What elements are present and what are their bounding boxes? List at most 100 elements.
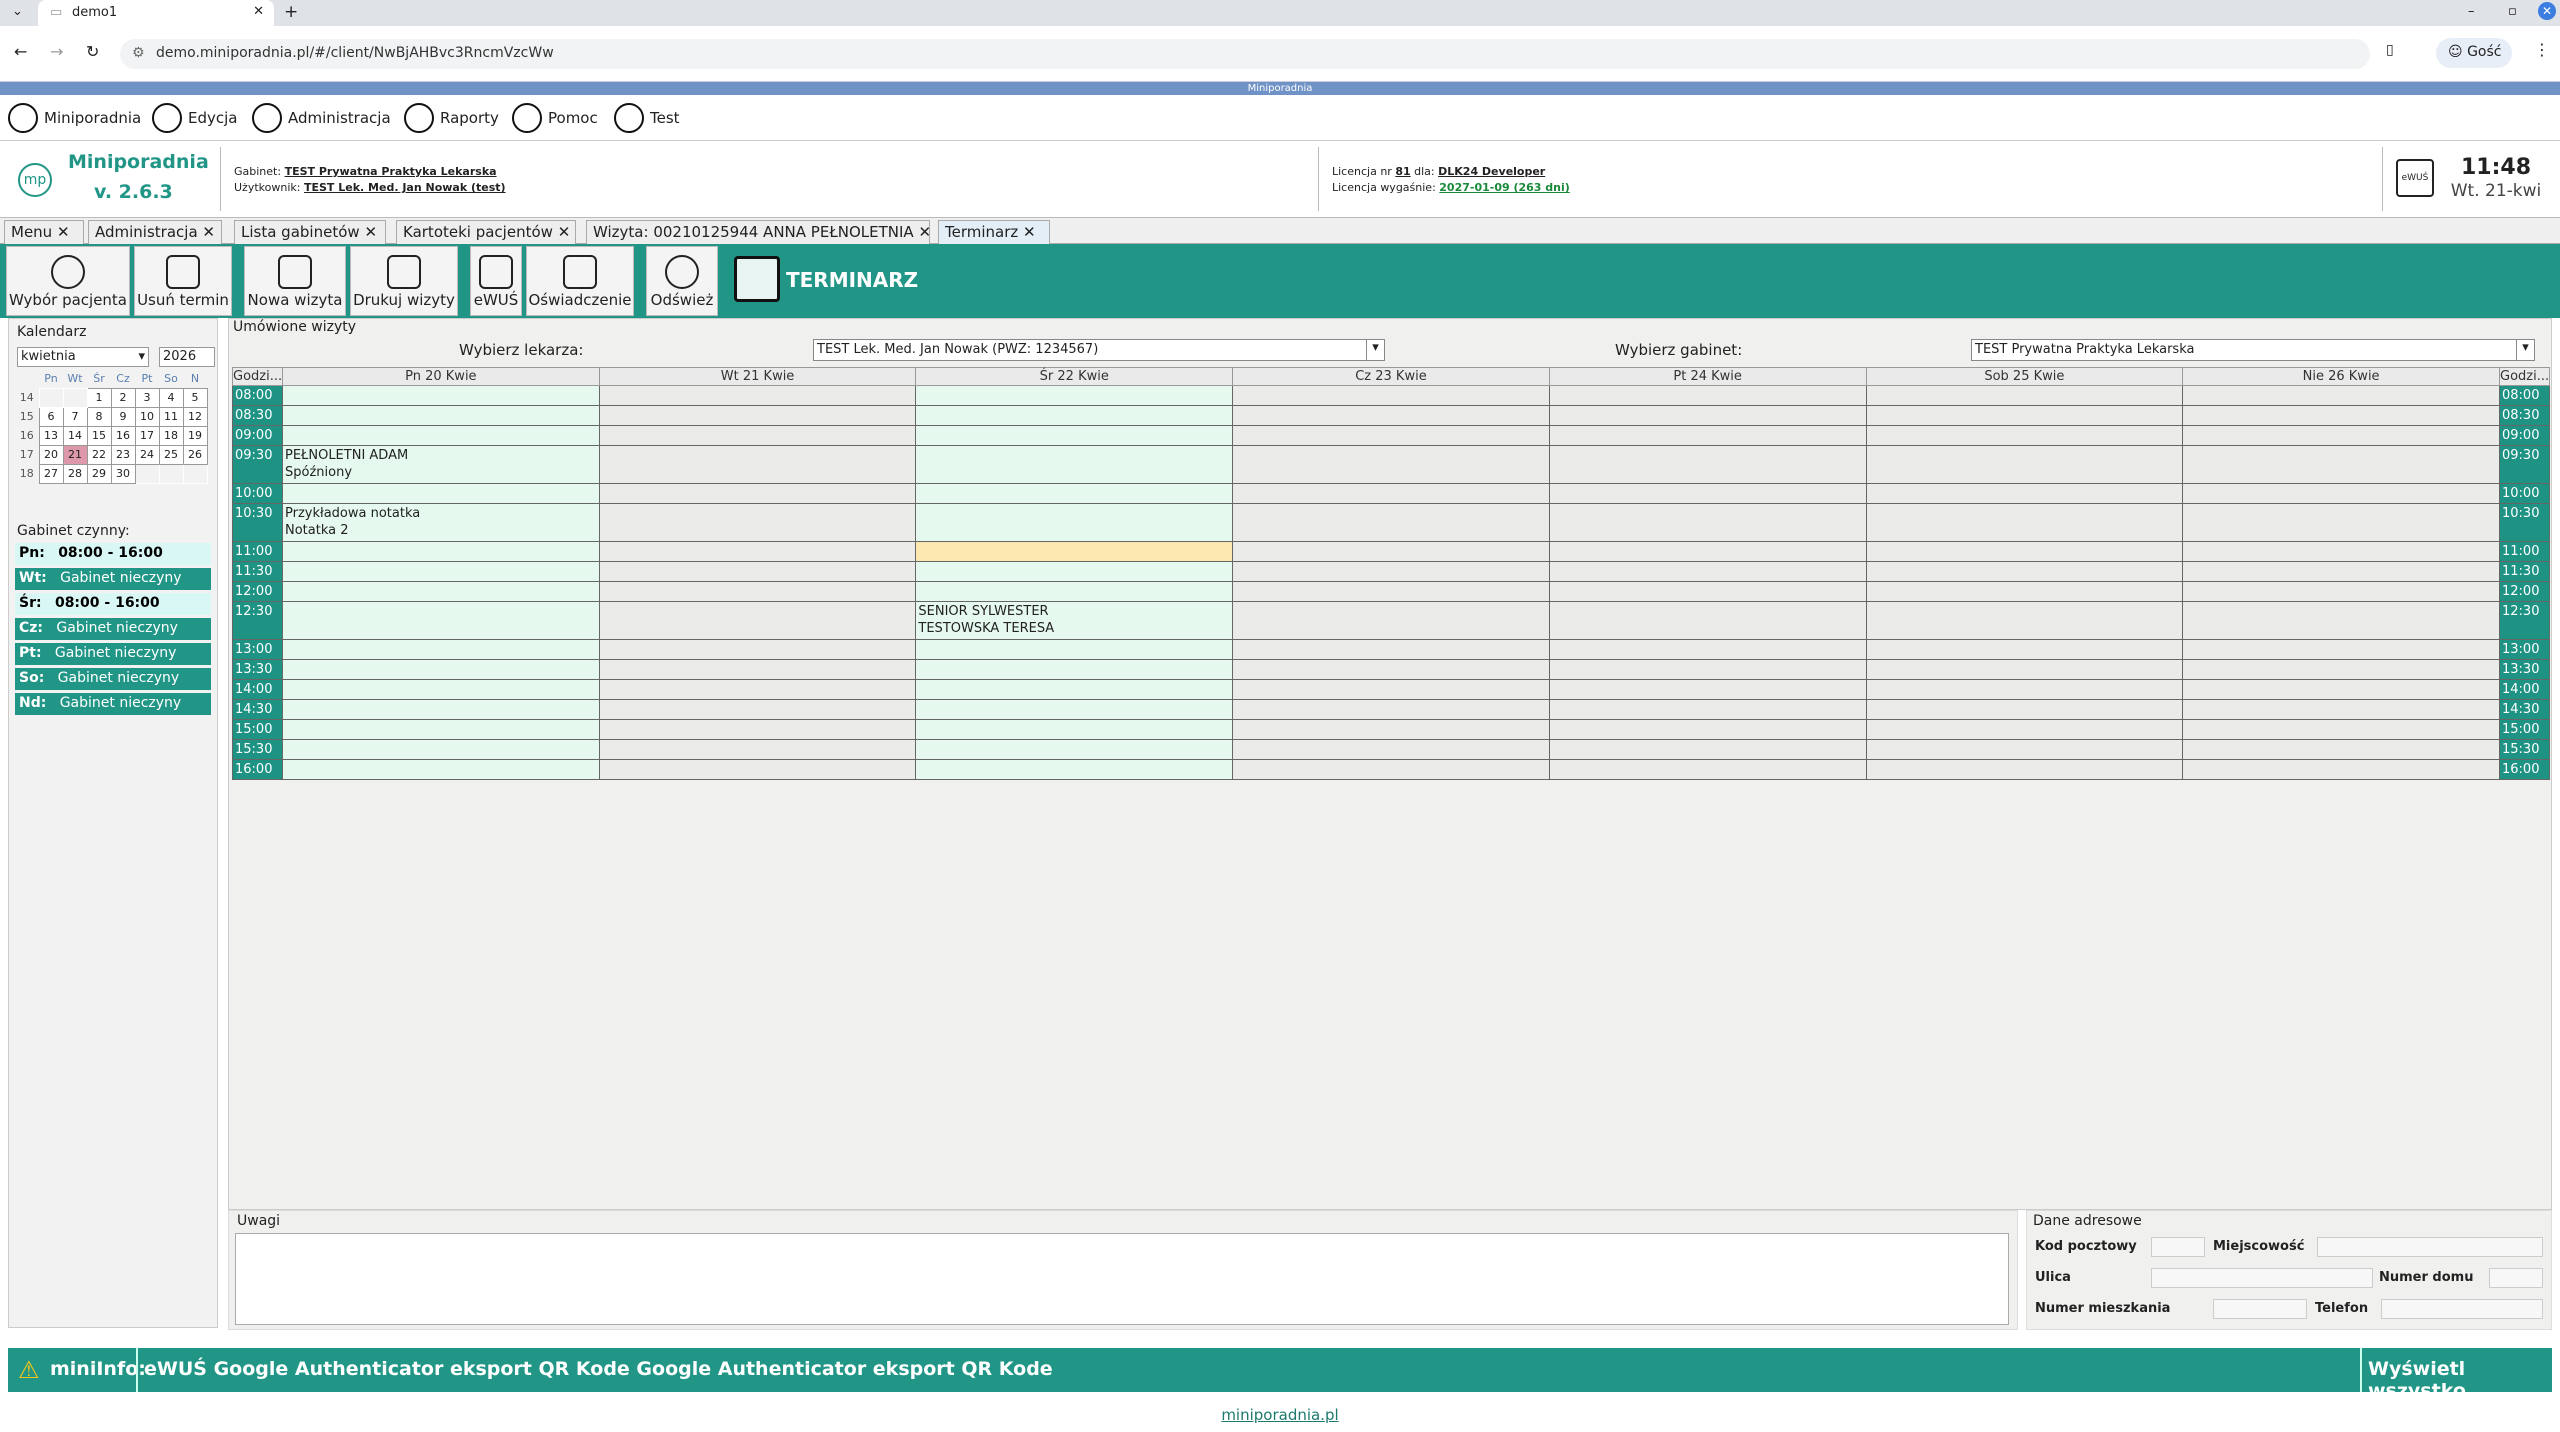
appointment-slot[interactable] <box>1232 699 1550 720</box>
calendar-day[interactable]: 19 <box>182 425 208 446</box>
postal-code-field[interactable] <box>2151 1237 2205 1257</box>
appointment-slot[interactable] <box>1232 541 1550 562</box>
appointment-slot[interactable] <box>1232 503 1550 542</box>
appointment-slot[interactable] <box>1865 561 2184 582</box>
appointment-slot[interactable]: SENIOR SYLWESTER TESTOWSKA TERESA <box>915 601 1234 640</box>
calendar-day[interactable]: 8 <box>86 406 112 427</box>
appointment-slot[interactable] <box>915 679 1234 700</box>
menu-miniporadnia[interactable]: Miniporadnia <box>8 101 141 135</box>
url-field[interactable]: ⚙ demo.miniporadnia.pl/#/client/NwBjAHBv… <box>120 39 2370 69</box>
appointment-slot[interactable] <box>282 385 600 406</box>
appointment-slot[interactable] <box>1865 385 2184 406</box>
appointment-slot[interactable] <box>282 561 600 582</box>
appointment-slot[interactable] <box>1865 699 2184 720</box>
close-icon[interactable]: ✕ <box>558 223 571 241</box>
appointment-slot[interactable] <box>2182 719 2500 740</box>
appointment-slot[interactable] <box>915 581 1234 602</box>
calendar-day[interactable]: 17 <box>134 425 160 446</box>
appointment-slot[interactable] <box>1232 739 1550 760</box>
site-info-icon[interactable]: ⚙ <box>132 45 145 61</box>
calendar-day[interactable]: 2 <box>110 387 136 408</box>
appointment-slot[interactable] <box>598 445 917 484</box>
appointment-slot[interactable] <box>2182 445 2500 484</box>
calendar-day[interactable]: 11 <box>158 406 184 427</box>
appointment-slot[interactable] <box>915 659 1234 680</box>
appointment-slot[interactable] <box>2182 581 2500 602</box>
calendar-day[interactable]: 30 <box>110 463 136 484</box>
appointment-slot[interactable] <box>282 719 600 740</box>
appointment-slot[interactable] <box>598 639 917 660</box>
appointment-slot[interactable] <box>1865 601 2184 640</box>
appointment-slot[interactable] <box>1865 739 2184 760</box>
print-visits-button[interactable]: Drukuj wizyty <box>350 246 458 316</box>
appointment-slot[interactable] <box>2182 739 2500 760</box>
appointment-slot[interactable] <box>1548 405 1867 426</box>
appointment-slot[interactable] <box>1232 581 1550 602</box>
appointment-slot[interactable] <box>915 719 1234 740</box>
appointment-slot[interactable] <box>1548 699 1867 720</box>
appointment-slot[interactable] <box>1548 561 1867 582</box>
ewus-card-icon[interactable]: eWUŚ <box>2396 159 2434 197</box>
appointment-slot[interactable] <box>1548 601 1867 640</box>
appointment-slot[interactable] <box>1865 679 2184 700</box>
appointment-slot[interactable] <box>598 699 917 720</box>
phone-field[interactable] <box>2381 1299 2543 1319</box>
appointment-slot[interactable] <box>1548 581 1867 602</box>
close-icon[interactable]: ✕ <box>364 223 377 241</box>
appointment-slot[interactable] <box>282 601 600 640</box>
appointment-slot[interactable] <box>1548 445 1867 484</box>
appointment-slot[interactable] <box>1548 739 1867 760</box>
appointment-slot[interactable] <box>598 425 917 446</box>
menu-administracja[interactable]: Administracja <box>252 101 391 135</box>
appointment-slot[interactable] <box>598 759 917 780</box>
declaration-button[interactable]: Oświadczenie <box>526 246 634 316</box>
appointment-slot[interactable] <box>2182 385 2500 406</box>
tab-administracja[interactable]: Administracja ✕ <box>88 220 222 244</box>
appointment-slot[interactable] <box>915 759 1234 780</box>
appointment-slot[interactable] <box>2182 759 2500 780</box>
close-icon[interactable]: ✕ <box>57 223 70 241</box>
calendar-day[interactable]: 29 <box>86 463 112 484</box>
menu-raporty[interactable]: Raporty <box>404 101 499 135</box>
appointment-slot[interactable] <box>2182 659 2500 680</box>
month-select[interactable]: kwietnia ▾ <box>17 347 149 367</box>
appointment-slot[interactable] <box>2182 425 2500 446</box>
appointment-slot[interactable] <box>1232 639 1550 660</box>
appointment-slot[interactable] <box>282 659 600 680</box>
calendar-day[interactable]: 24 <box>134 444 160 465</box>
calendar-day[interactable]: 27 <box>38 463 64 484</box>
appointment-slot[interactable] <box>598 405 917 426</box>
appointment-slot[interactable] <box>1232 679 1550 700</box>
appointment-slot[interactable] <box>2182 561 2500 582</box>
appointment-slot[interactable] <box>1548 425 1867 446</box>
maximize-window-icon[interactable]: ▫ <box>2508 4 2517 19</box>
appointment-slot[interactable] <box>1232 445 1550 484</box>
calendar-day[interactable]: 10 <box>134 406 160 427</box>
close-tab-icon[interactable]: ✕ <box>253 4 264 19</box>
appointment-slot[interactable] <box>1232 425 1550 446</box>
appointment-slot[interactable] <box>1865 503 2184 542</box>
calendar-day[interactable]: 21 <box>62 444 88 465</box>
appointment-slot[interactable] <box>282 699 600 720</box>
appointment-slot[interactable] <box>1232 719 1550 740</box>
appointment-slot[interactable] <box>282 405 600 426</box>
ewus-button[interactable]: eWUŚ <box>470 246 522 316</box>
calendar-day[interactable]: 1 <box>86 387 112 408</box>
appointment-slot[interactable] <box>1865 405 2184 426</box>
appointment-slot[interactable] <box>915 699 1234 720</box>
menu-pomoc[interactable]: Pomoc <box>512 101 598 135</box>
tab-menu[interactable]: Menu ✕ <box>4 220 84 244</box>
bookmark-icon[interactable]: ▯ <box>2386 42 2394 58</box>
appointment-slot[interactable] <box>915 561 1234 582</box>
appointment-slot[interactable] <box>598 483 917 504</box>
appointment-slot[interactable] <box>2182 699 2500 720</box>
forward-icon[interactable]: → <box>50 42 63 61</box>
calendar-day[interactable]: 15 <box>86 425 112 446</box>
appointment-slot[interactable] <box>915 445 1234 484</box>
street-field[interactable] <box>2151 1268 2373 1288</box>
appointment-slot[interactable] <box>1548 503 1867 542</box>
appointment-slot[interactable] <box>1232 601 1550 640</box>
tab-list-icon[interactable]: ⌄ <box>12 4 23 19</box>
appointment-slot[interactable] <box>282 425 600 446</box>
select-patient-button[interactable]: Wybór pacjenta <box>6 246 130 316</box>
